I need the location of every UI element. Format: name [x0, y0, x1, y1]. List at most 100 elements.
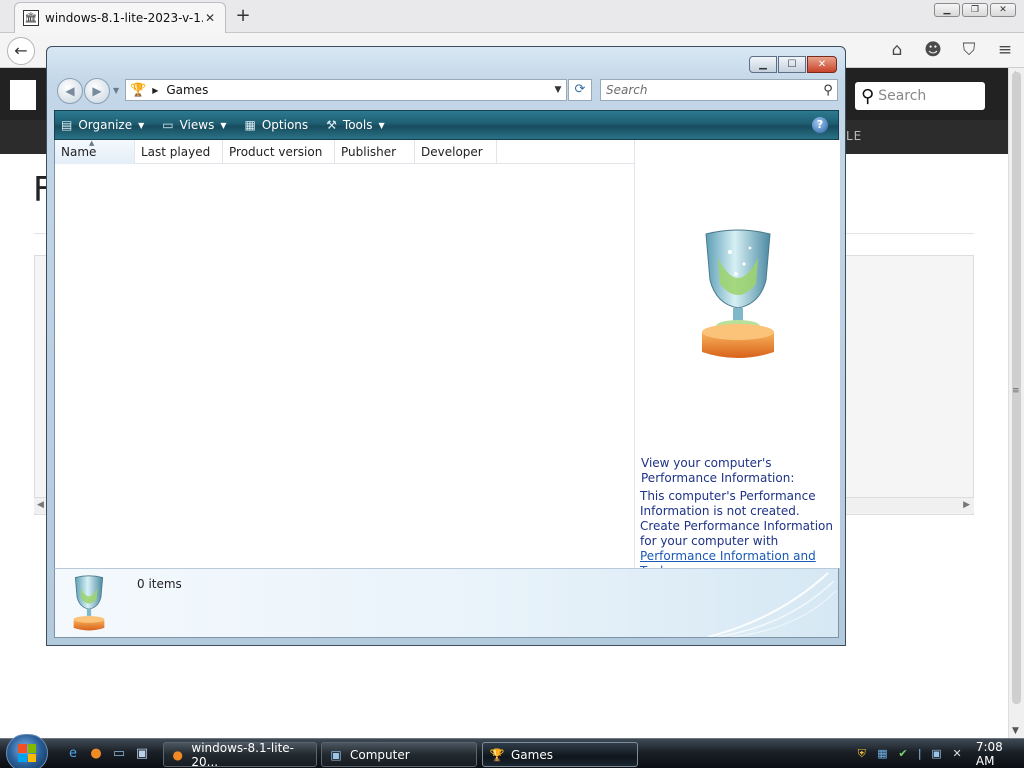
address-bar[interactable]: 🏆 ▶ Games ▼ [125, 79, 567, 101]
address-row: ◀ ▶ ▼ 🏆 ▶ Games ▼ ⟳ Search ⚲ [55, 78, 839, 104]
content-area: ▲ Name Last played Product version Publi… [54, 139, 840, 578]
taskbar-button-computer[interactable]: ▣ Computer [321, 742, 477, 767]
search-placeholder: Search [606, 83, 648, 97]
scroll-left-icon[interactable]: ◀ [37, 500, 44, 510]
system-tray: ⛨ ▦ ✔ | ▣ ✕ 7:08 AM [854, 739, 1024, 768]
start-button[interactable] [6, 734, 48, 768]
organize-label: Organize [78, 118, 133, 132]
options-button[interactable]: ▦ Options [245, 118, 309, 132]
checkmark-icon[interactable]: ✔ [895, 746, 911, 762]
computer-icon: ▣ [330, 747, 342, 762]
games-list[interactable]: ▲ Name Last played Product version Publi… [55, 139, 635, 568]
scroll-down-icon[interactable]: ▼ [1012, 726, 1019, 736]
decorative-swoosh [707, 572, 837, 637]
scroll-right-icon[interactable]: ▶ [963, 500, 970, 510]
tools-icon: ⚒ [326, 118, 337, 132]
browser-window-controls: ▁ ❐ ✕ [934, 3, 1016, 17]
tools-label: Tools [342, 118, 373, 132]
games-icon: 🏆 [489, 747, 505, 762]
perf-create-text: Create Performance Information for your … [640, 519, 834, 548]
views-label: Views [179, 118, 215, 132]
site-search-placeholder: Search [878, 88, 927, 104]
browser-tab-bar: 🏛 windows-8.1-lite-2023-v-1... ✕ + ▁ ❐ ✕ [0, 0, 1024, 33]
organize-icon: ▤ [61, 118, 73, 132]
show-desktop-icon[interactable]: ▭ [110, 745, 128, 763]
security-shield-icon[interactable]: ⛨ [854, 746, 870, 762]
items-count: 0 items [137, 577, 182, 591]
views-icon: ▭ [162, 118, 174, 132]
home-icon[interactable]: ⌂ [886, 39, 908, 61]
pocket-icon[interactable]: ⛉ [958, 39, 980, 61]
smiley-icon[interactable]: ☻ [922, 39, 944, 61]
details-pane: 0 items [54, 568, 839, 638]
perf-not-created: This computer's Performance Information … [640, 489, 816, 518]
browser-toolbar-icons: ⌂ ☻ ⛉ ≡ [886, 39, 1016, 61]
options-icon: ▦ [244, 118, 256, 132]
taskbar-button-games[interactable]: 🏆 Games [482, 742, 638, 767]
preview-pane: View your computer's Performance Informa… [636, 140, 840, 578]
site-logo[interactable] [10, 80, 36, 110]
volume-muted-icon[interactable]: ✕ [949, 746, 965, 762]
tools-menu[interactable]: ⚒ Tools ▼ [326, 118, 384, 132]
chevron-down-icon: ▼ [138, 120, 145, 130]
breadcrumb-games[interactable]: Games [166, 83, 550, 97]
scrollbar-grip-icon: ≡ [1012, 386, 1020, 396]
switch-windows-icon[interactable]: ▣ [133, 745, 151, 763]
browser-minimize-button[interactable]: ▁ [934, 3, 960, 17]
recent-pages-dropdown-icon[interactable]: ▼ [113, 86, 119, 95]
taskbar-button-label: windows-8.1-lite-20... [191, 740, 295, 768]
performance-info-text: This computer's Performance Information … [640, 489, 838, 579]
taskbar: e ● ▭ ▣ ● windows-8.1-lite-20... ▣ Compu… [0, 734, 1024, 768]
search-input[interactable]: Search ⚲ [600, 79, 838, 101]
taskbar-button-label: Games [511, 747, 553, 762]
browser-back-button[interactable]: ← [7, 37, 35, 65]
forward-button[interactable]: ▶ [84, 78, 110, 104]
page-vertical-scrollbar[interactable]: ▲ ≡ ▼ [1008, 68, 1024, 738]
close-button[interactable]: ✕ [807, 56, 837, 73]
column-last-played[interactable]: Last played [135, 140, 223, 164]
internet-explorer-icon[interactable]: e [64, 745, 82, 763]
new-tab-button[interactable]: + [232, 5, 254, 27]
sort-up-icon: ▲ [89, 139, 95, 147]
windows-logo-icon [18, 744, 36, 762]
refresh-button[interactable]: ⟳ [568, 79, 592, 101]
firefox-icon: ● [172, 747, 183, 762]
help-icon[interactable]: ? [812, 117, 828, 133]
column-publisher[interactable]: Publisher [335, 140, 415, 164]
column-product-version[interactable]: Product version [223, 140, 335, 164]
address-dropdown-icon[interactable]: ▼ [550, 85, 566, 95]
archive-favicon-icon: 🏛 [23, 10, 39, 26]
taskbar-button-firefox[interactable]: ● windows-8.1-lite-20... [163, 740, 317, 768]
back-button[interactable]: ◀ [57, 78, 83, 104]
search-icon[interactable]: ⚲ [819, 83, 837, 98]
browser-tab-title: windows-8.1-lite-2023-v-1... [45, 11, 203, 25]
browser-tab[interactable]: 🏛 windows-8.1-lite-2023-v-1... ✕ [14, 2, 226, 33]
chevron-down-icon: ▼ [220, 120, 227, 130]
browser-restore-button[interactable]: ❐ [962, 3, 988, 17]
column-headers: ▲ Name Last played Product version Publi… [55, 139, 635, 164]
column-developer[interactable]: Developer [415, 140, 497, 164]
maximize-button[interactable]: ☐ [778, 56, 806, 73]
organize-menu[interactable]: ▤ Organize ▼ [61, 118, 144, 132]
trophy-icon [702, 229, 774, 358]
column-name[interactable]: ▲ Name [55, 139, 135, 164]
site-nav-item[interactable]: LE [846, 129, 862, 143]
site-search-input[interactable]: ⚲ Search [855, 82, 985, 110]
performance-info-link[interactable]: View your computer's Performance Informa… [641, 456, 836, 486]
views-menu[interactable]: ▭ Views ▼ [162, 118, 226, 132]
clock[interactable]: 7:08 AM [976, 740, 1024, 768]
firefox-icon[interactable]: ● [87, 745, 105, 763]
tab-close-icon[interactable]: ✕ [203, 11, 217, 25]
trophy-icon [73, 575, 105, 631]
games-window: ▁ ☐ ✕ ◀ ▶ ▼ 🏆 ▶ Games ▼ ⟳ Search ⚲ ▤ Org… [46, 46, 846, 646]
minimize-button[interactable]: ▁ [749, 56, 777, 73]
display-icon[interactable]: ▣ [929, 746, 945, 762]
window-controls: ▁ ☐ ✕ [749, 56, 837, 73]
network-icon[interactable]: ▦ [875, 746, 891, 762]
breadcrumb-arrow-icon[interactable]: ▶ [152, 86, 158, 95]
command-bar: ▤ Organize ▼ ▭ Views ▼ ▦ Options ⚒ Tools… [54, 110, 839, 140]
taskbar-button-label: Computer [350, 747, 410, 762]
browser-close-button[interactable]: ✕ [990, 3, 1016, 17]
menu-icon[interactable]: ≡ [994, 39, 1016, 61]
separator-icon: | [917, 747, 922, 760]
